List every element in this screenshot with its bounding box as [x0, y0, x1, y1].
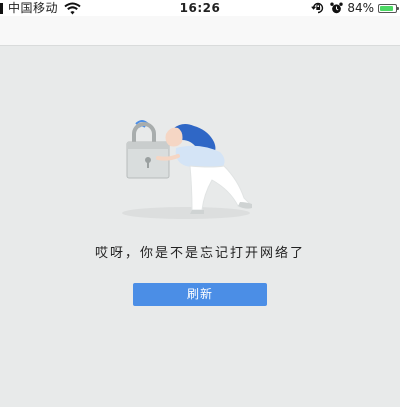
- error-page: 哎呀，你是不是忘记打开网络了 刷新: [0, 46, 400, 407]
- battery-level: [380, 5, 393, 11]
- refresh-button[interactable]: 刷新: [133, 283, 267, 306]
- status-bar: 中国移动 16:26 84%: [0, 0, 400, 16]
- battery-icon: [378, 3, 399, 13]
- alarm-icon: [330, 2, 344, 14]
- no-network-illustration: [122, 120, 252, 219]
- battery-percent: 84%: [347, 1, 374, 15]
- status-right: 84%: [311, 0, 399, 16]
- error-message: 哎呀，你是不是忘记打开网络了: [94, 246, 305, 261]
- navigation-bar: [0, 16, 400, 46]
- screen-rotation-lock-icon: [311, 2, 324, 14]
